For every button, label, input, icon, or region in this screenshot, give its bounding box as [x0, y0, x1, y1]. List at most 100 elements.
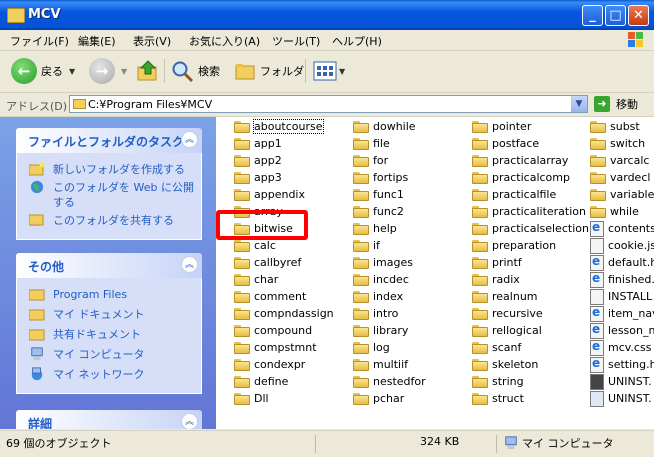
file-item[interactable]: compndassign	[234, 305, 334, 322]
file-item[interactable]: pointer	[472, 118, 531, 135]
shared-documents-link[interactable]: 共有ドキュメント	[17, 327, 201, 342]
file-item[interactable]: vardecl	[590, 169, 650, 186]
file-item[interactable]: callbyref	[234, 254, 301, 271]
file-item[interactable]: cookie.js	[590, 237, 654, 254]
other-header[interactable]: その他 ︽	[16, 253, 202, 278]
file-item[interactable]: string	[472, 373, 524, 390]
file-item[interactable]: practicalfile	[472, 186, 556, 203]
file-item[interactable]: multiif	[353, 356, 408, 373]
back-button[interactable]: ← 戻る ▼	[11, 57, 75, 85]
publish-web-link[interactable]: このフォルダを Web に公開する	[17, 180, 201, 210]
file-item[interactable]: finished.l	[590, 271, 654, 288]
file-item[interactable]: define	[234, 373, 288, 390]
file-item[interactable]: radix	[472, 271, 520, 288]
collapse-chevron-icon[interactable]: ︽	[181, 131, 198, 148]
file-item[interactable]: recursive	[472, 305, 543, 322]
share-folder-link[interactable]: このフォルダを共有する	[17, 213, 201, 228]
file-item[interactable]: aboutcourse	[234, 118, 324, 135]
file-item[interactable]: item_nav	[590, 305, 654, 322]
file-item[interactable]: condexpr	[234, 356, 305, 373]
file-item[interactable]: comment	[234, 288, 306, 305]
file-item[interactable]: setting.h	[590, 356, 654, 373]
file-item[interactable]: app2	[234, 152, 282, 169]
menu-help[interactable]: ヘルプ(H)	[332, 33, 382, 49]
file-item[interactable]: practicaliteration	[472, 203, 586, 220]
file-item[interactable]: switch	[590, 135, 645, 152]
forward-dropdown-icon[interactable]: ▼	[121, 67, 127, 76]
file-item[interactable]: preparation	[472, 237, 556, 254]
file-item[interactable]: INSTALL	[590, 288, 652, 305]
file-item[interactable]: nestedfor	[353, 373, 426, 390]
program-files-link[interactable]: Program Files	[17, 287, 201, 302]
file-item[interactable]: for	[353, 152, 388, 169]
collapse-chevron-icon[interactable]: ︽	[181, 256, 198, 273]
collapse-chevron-icon[interactable]: ︽	[181, 413, 198, 429]
my-network-link[interactable]: マイ ネットワーク	[17, 367, 201, 382]
title-bar[interactable]: MCV _ □ ✕	[0, 0, 654, 30]
file-item[interactable]: app1	[234, 135, 282, 152]
file-item[interactable]: practicalcomp	[472, 169, 570, 186]
file-item[interactable]: char	[234, 271, 278, 288]
menu-tools[interactable]: ツール(T)	[272, 33, 320, 49]
file-item[interactable]: skeleton	[472, 356, 538, 373]
file-item[interactable]: func1	[353, 186, 404, 203]
search-button[interactable]: 検索	[170, 57, 220, 85]
my-documents-link[interactable]: マイ ドキュメント	[17, 307, 201, 322]
file-item[interactable]: pchar	[353, 390, 404, 407]
file-item[interactable]: practicalselection	[472, 220, 589, 237]
forward-button[interactable]: → ▼	[89, 57, 127, 85]
file-item[interactable]: UNINST.	[590, 373, 652, 390]
file-item[interactable]: lesson_n	[590, 322, 654, 339]
file-item[interactable]: while	[590, 203, 639, 220]
file-item[interactable]: incdec	[353, 271, 409, 288]
file-item[interactable]: help	[353, 220, 397, 237]
file-item[interactable]: index	[353, 288, 403, 305]
close-button[interactable]: ✕	[628, 5, 649, 26]
file-item[interactable]: library	[353, 322, 408, 339]
file-item[interactable]: rellogical	[472, 322, 542, 339]
tasks-header[interactable]: ファイルとフォルダのタスク ︽	[16, 128, 202, 153]
file-item[interactable]: practicalarray	[472, 152, 568, 169]
file-item[interactable]: app3	[234, 169, 282, 186]
menu-edit[interactable]: 編集(E)	[78, 33, 116, 49]
my-computer-link[interactable]: マイ コンピュータ	[17, 347, 201, 362]
file-item[interactable]: contents	[590, 220, 654, 237]
maximize-button[interactable]: □	[605, 5, 626, 26]
file-item[interactable]: mcv.css	[590, 339, 651, 356]
file-item[interactable]: fortips	[353, 169, 408, 186]
up-folder-button[interactable]	[136, 57, 160, 85]
views-dropdown-icon[interactable]: ▼	[339, 67, 345, 76]
address-input[interactable]: C:¥Program Files¥MCV ▼	[69, 95, 588, 113]
file-item[interactable]: postface	[472, 135, 539, 152]
file-list-pane[interactable]: aboutcourse app1 app2 app3 appendix array bitw…	[216, 117, 654, 429]
menu-file[interactable]: ファイル(F)	[10, 33, 69, 49]
file-item[interactable]: compstmnt	[234, 339, 317, 356]
file-item[interactable]: Dll	[234, 390, 269, 407]
file-item[interactable]: func2	[353, 203, 404, 220]
file-item[interactable]: compound	[234, 322, 312, 339]
file-item[interactable]: file	[353, 135, 390, 152]
file-item[interactable]: variables	[590, 186, 654, 203]
file-item[interactable]: varcalc	[590, 152, 649, 169]
file-item[interactable]: UNINST.	[590, 390, 652, 407]
folders-button[interactable]: フォルダ	[234, 57, 304, 85]
menu-favorites[interactable]: お気に入り(A)	[189, 33, 260, 49]
menu-view[interactable]: 表示(V)	[133, 33, 171, 49]
file-item[interactable]: subst	[590, 118, 640, 135]
back-dropdown-icon[interactable]: ▼	[69, 67, 75, 76]
views-button[interactable]: ▼	[313, 57, 345, 85]
new-folder-link[interactable]: 新しいフォルダを作成する	[17, 162, 201, 177]
address-dropdown-icon[interactable]: ▼	[571, 96, 587, 112]
details-header[interactable]: 詳細 ︽	[16, 410, 202, 429]
file-item[interactable]: scanf	[472, 339, 521, 356]
go-button[interactable]: ➜ 移動	[594, 95, 638, 113]
file-item[interactable]: realnum	[472, 288, 538, 305]
file-item[interactable]: printf	[472, 254, 522, 271]
minimize-button[interactable]: _	[582, 5, 603, 26]
file-item[interactable]: dowhile	[353, 118, 416, 135]
file-item[interactable]: intro	[353, 305, 398, 322]
file-item[interactable]: default.h	[590, 254, 654, 271]
file-item[interactable]: appendix	[234, 186, 305, 203]
file-item[interactable]: log	[353, 339, 390, 356]
file-item[interactable]: if	[353, 237, 380, 254]
